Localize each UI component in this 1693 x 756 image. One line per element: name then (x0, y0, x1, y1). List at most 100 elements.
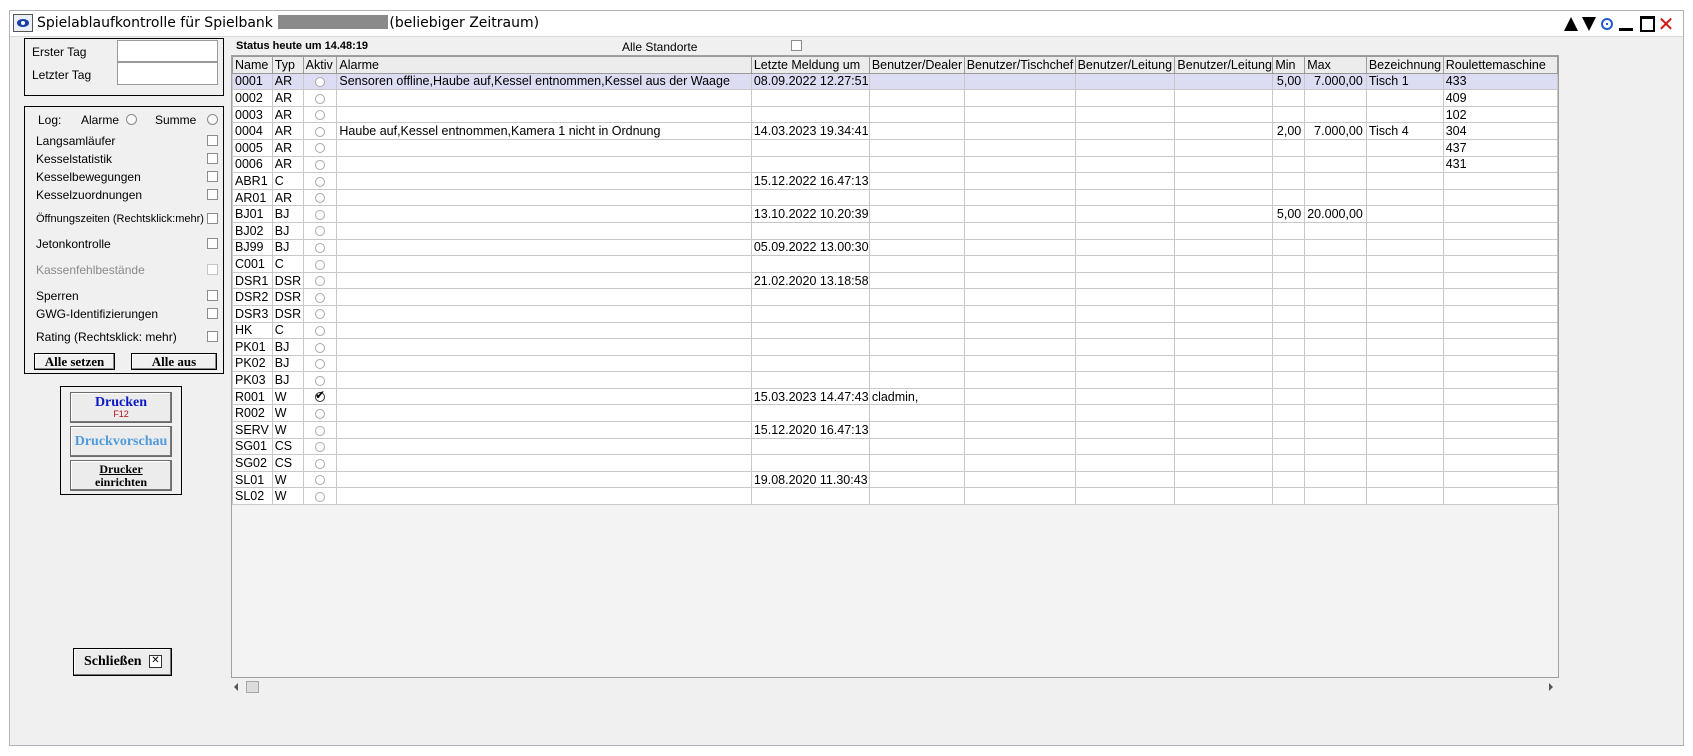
radio-circle-icon[interactable] (315, 209, 326, 220)
column-header[interactable]: Benutzer/Leitung (1074, 56, 1176, 74)
first-day-input[interactable] (117, 40, 218, 62)
radio-circle-icon[interactable] (315, 126, 326, 137)
radio-circle-icon[interactable] (315, 276, 326, 287)
table-row[interactable]: DSR2 DSR (232, 288, 1558, 306)
table-cell (1304, 155, 1367, 174)
move-window-button[interactable] (1599, 16, 1615, 32)
horizontal-scrollbar[interactable] (232, 680, 1558, 696)
radio-circle-icon[interactable] (315, 359, 326, 370)
table-row[interactable]: SL02 W (232, 487, 1558, 506)
table-row[interactable]: DSR3 DSR (232, 304, 1558, 323)
table-row[interactable]: 0004 AR Haube auf,Kessel entnommen,Kamera … (232, 122, 1558, 140)
column-header[interactable]: Aktiv (302, 56, 338, 74)
option-checkbox-chip-control[interactable] (207, 238, 218, 249)
column-header[interactable]: Alarme (336, 56, 752, 74)
table-row[interactable]: C001 C (232, 255, 1558, 273)
radio-circle-icon[interactable] (315, 475, 326, 486)
option-checkbox-wheel-movements[interactable] (207, 171, 218, 182)
radio-circle-icon[interactable] (315, 77, 326, 88)
alarms-radio[interactable] (126, 114, 137, 125)
radio-circle-icon[interactable] (315, 143, 326, 154)
table-row[interactable]: 0005 AR 437 (232, 138, 1558, 157)
set-all-button[interactable]: Alle setzen (34, 353, 115, 370)
table-row[interactable]: SL01 W 19.08.2020 11.30:43 (232, 470, 1558, 489)
column-header[interactable]: Benutzer/Tischchef (963, 56, 1076, 74)
column-header[interactable]: Max (1304, 56, 1367, 74)
table-row[interactable]: 0001 AR Sensoren offline,Haube auf,Kessel … (232, 72, 1558, 91)
table-row[interactable]: PK01 BJ (232, 338, 1558, 356)
table-row[interactable]: PK03 BJ (232, 371, 1558, 389)
column-header[interactable]: Benutzer/Dealer (868, 56, 965, 74)
radio-circle-icon[interactable] (315, 93, 326, 104)
option-checkbox-rating[interactable] (207, 331, 218, 342)
printer-setup-button[interactable]: Drucker einrichten (70, 460, 172, 491)
radio-circle-icon[interactable] (315, 176, 326, 187)
column-header[interactable]: Typ (271, 56, 304, 74)
table-row[interactable]: SG02 CS (232, 454, 1558, 472)
radio-circle-icon[interactable] (315, 243, 326, 254)
radio-circle-icon[interactable] (315, 259, 326, 270)
scroll-left-arrow-icon[interactable] (234, 683, 238, 691)
table-row[interactable]: 0006 AR 431 (232, 155, 1558, 174)
column-header[interactable]: Min (1272, 56, 1306, 74)
table-row[interactable]: R002 W (232, 404, 1558, 423)
radio-circle-icon[interactable] (315, 326, 326, 336)
option-checkbox-opening-hours[interactable] (207, 213, 218, 224)
column-header[interactable]: Benutzer/Leitung (1174, 56, 1274, 74)
table-row[interactable]: 0003 AR 102 (232, 105, 1558, 124)
all-off-button[interactable]: Alle aus (131, 353, 217, 370)
table-row[interactable]: BJ99 BJ 05.09.2022 13.00:30 (232, 238, 1558, 257)
column-header[interactable]: Name (232, 56, 273, 74)
scroll-thumb[interactable] (246, 681, 259, 693)
table-row[interactable]: PK02 BJ (232, 354, 1558, 373)
sum-radio[interactable] (207, 114, 218, 125)
radio-circle-icon[interactable] (315, 193, 326, 204)
table-row[interactable]: R001W 15.03.2023 14.47:43cladmin, (232, 387, 1558, 406)
close-window-button[interactable]: ✕ (1658, 14, 1675, 34)
option-checkbox-gwg-identifications[interactable] (207, 308, 218, 319)
table-row[interactable]: HK C (232, 321, 1558, 340)
table-row[interactable]: AR01 AR (232, 188, 1558, 207)
table-row[interactable]: DSR1 DSR 21.02.2020 13.18:58 (232, 271, 1558, 290)
option-checkbox-wheel-assignments[interactable] (207, 189, 218, 200)
print-preview-button[interactable]: Druckvorschau (70, 426, 172, 457)
move-down-button[interactable] (1581, 16, 1597, 32)
print-button[interactable]: Drucken F12 (70, 392, 172, 423)
table-row[interactable]: 0002 AR 409 (232, 89, 1558, 107)
radio-circle-icon[interactable] (315, 491, 326, 502)
minimize-button[interactable] (1618, 16, 1634, 32)
eye-icon[interactable] (13, 14, 33, 32)
table-row[interactable]: SG01 CS (232, 437, 1558, 456)
radio-circle-icon[interactable] (315, 292, 326, 303)
status-grid[interactable]: Name Typ Aktiv Alarme Letzte Meldung um Benut… (231, 55, 1559, 678)
column-header[interactable]: Bezeichnung (1365, 56, 1444, 74)
radio-circle-icon[interactable] (315, 458, 326, 469)
move-up-button[interactable] (1563, 16, 1579, 32)
option-checkbox-slow-runners[interactable] (207, 135, 218, 146)
column-header[interactable]: Roulettemaschine (1442, 56, 1558, 74)
scroll-right-arrow-icon[interactable] (1549, 683, 1553, 691)
option-checkbox-wheel-statistics[interactable] (207, 153, 218, 164)
radio-circle-icon[interactable] (315, 110, 326, 121)
table-cell (336, 255, 752, 273)
radio-circle-icon[interactable] (315, 375, 326, 386)
radio-circle-icon[interactable] (315, 309, 326, 320)
radio-circle-icon[interactable] (315, 425, 326, 436)
radio-circle-icon[interactable] (315, 342, 326, 353)
all-locations-checkbox[interactable] (791, 40, 802, 51)
radio-circle-icon[interactable] (315, 226, 326, 237)
radio-circle-icon[interactable] (315, 160, 326, 171)
table-row[interactable]: SERV W 15.12.2020 16.47:13 (232, 421, 1558, 439)
radio-circle-icon[interactable] (315, 442, 326, 453)
close-button[interactable]: Schließen ✕ (73, 648, 172, 676)
radio-circle-icon[interactable] (315, 408, 326, 419)
maximize-button[interactable] (1639, 16, 1655, 32)
table-row[interactable]: BJ01 BJ 13.10.2022 10.20:39 5,00 20.000,00 (232, 205, 1558, 223)
column-header[interactable]: Letzte Meldung um (750, 56, 870, 74)
table-row[interactable]: ABR1 C 15.12.2022 16.47:13 (232, 172, 1558, 190)
table-row[interactable]: BJ02 BJ (232, 221, 1558, 240)
table-cell (1074, 122, 1176, 140)
checkmark-icon[interactable] (315, 389, 325, 403)
last-day-input[interactable] (117, 62, 218, 85)
option-checkbox-bans[interactable] (207, 290, 218, 301)
